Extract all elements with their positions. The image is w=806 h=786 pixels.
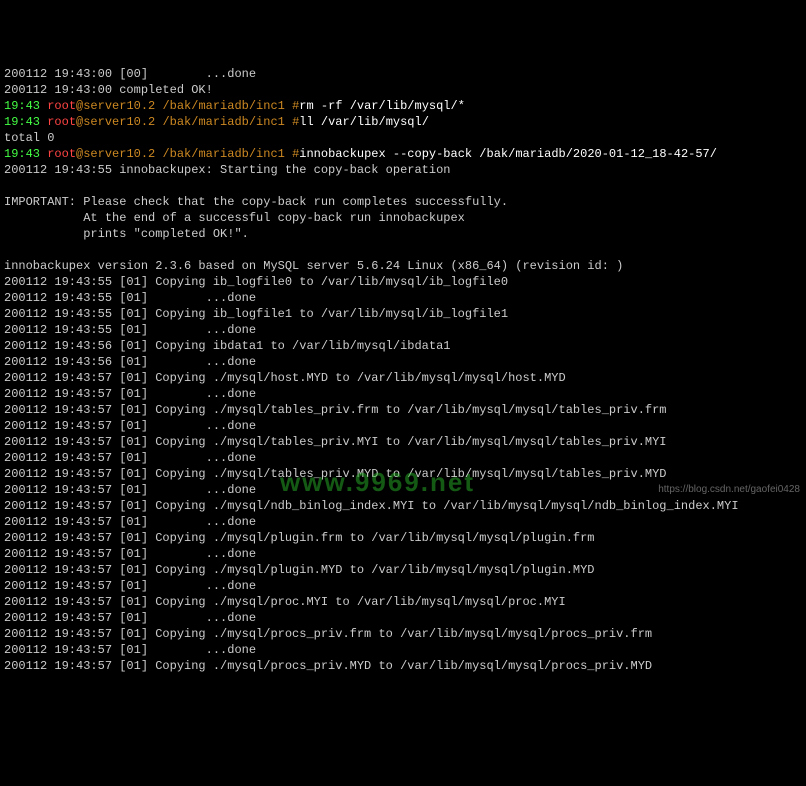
terminal-segment: @server10.2 /bak/mariadb/inc1 # bbox=[76, 99, 299, 113]
terminal-line: 200112 19:43:57 [01] Copying ./mysql/plu… bbox=[4, 562, 802, 578]
terminal-segment: 200112 19:43:56 [01] Copying ibdata1 to … bbox=[4, 339, 450, 353]
terminal-segment: 200112 19:43:57 [01] Copying ./mysql/pro… bbox=[4, 659, 652, 673]
terminal-line: 200112 19:43:55 [01] Copying ib_logfile0… bbox=[4, 274, 802, 290]
terminal-segment: innobackupex --copy-back /bak/mariadb/20… bbox=[299, 147, 717, 161]
terminal-line: 200112 19:43:57 [01] Copying ./mysql/plu… bbox=[4, 530, 802, 546]
terminal-segment: 200112 19:43:57 [01] Copying ./mysql/pro… bbox=[4, 595, 566, 609]
terminal-segment: 200112 19:43:55 [01] ...done bbox=[4, 291, 256, 305]
terminal-line: 200112 19:43:55 [01] ...done bbox=[4, 290, 802, 306]
terminal-segment: innobackupex version 2.3.6 based on MySQ… bbox=[4, 259, 623, 273]
terminal-segment: root bbox=[47, 147, 76, 161]
terminal-segment: 200112 19:43:55 [01] Copying ib_logfile0… bbox=[4, 275, 508, 289]
terminal-segment: 200112 19:43:55 innobackupex: Starting t… bbox=[4, 163, 450, 177]
terminal-segment: 200112 19:43:57 [01] Copying ./mysql/plu… bbox=[4, 563, 595, 577]
terminal-segment: 200112 19:43:55 [01] Copying ib_logfile1… bbox=[4, 307, 508, 321]
terminal-segment: 200112 19:43:57 [01] Copying ./mysql/plu… bbox=[4, 531, 595, 545]
terminal-line: 19:43 root@server10.2 /bak/mariadb/inc1 … bbox=[4, 146, 802, 162]
terminal-line: 200112 19:43:00 [00] ...done bbox=[4, 66, 802, 82]
terminal-segment: 200112 19:43:57 [01] ...done bbox=[4, 419, 256, 433]
terminal-line: 200112 19:43:57 [01] Copying ./mysql/ndb… bbox=[4, 498, 802, 514]
terminal-line: 200112 19:43:56 [01] Copying ibdata1 to … bbox=[4, 338, 802, 354]
terminal-segment: 19:43 bbox=[4, 99, 40, 113]
terminal-segment: 200112 19:43:57 [01] Copying ./mysql/tab… bbox=[4, 435, 667, 449]
terminal-segment: 200112 19:43:57 [01] ...done bbox=[4, 483, 256, 497]
terminal-segment: 200112 19:43:00 completed OK! bbox=[4, 83, 213, 97]
terminal-line: 200112 19:43:57 [01] Copying ./mysql/pro… bbox=[4, 626, 802, 642]
terminal-segment: @server10.2 /bak/mariadb/inc1 # bbox=[76, 115, 299, 129]
terminal-line: 200112 19:43:57 [01] Copying ./mysql/tab… bbox=[4, 434, 802, 450]
terminal-segment: rm -rf /var/lib/mysql/* bbox=[299, 99, 465, 113]
terminal-segment: 200112 19:43:57 [01] ...done bbox=[4, 547, 256, 561]
terminal-segment: 200112 19:43:55 [01] ...done bbox=[4, 323, 256, 337]
terminal-segment: 200112 19:43:57 [01] Copying ./mysql/tab… bbox=[4, 403, 667, 417]
terminal-line: 200112 19:43:57 [01] ...done bbox=[4, 386, 802, 402]
terminal-segment: root bbox=[47, 99, 76, 113]
terminal-segment: 200112 19:43:57 [01] ...done bbox=[4, 387, 256, 401]
terminal-segment: ll /var/lib/mysql/ bbox=[299, 115, 429, 129]
terminal-line: 19:43 root@server10.2 /bak/mariadb/inc1 … bbox=[4, 98, 802, 114]
terminal-segment: total 0 bbox=[4, 131, 54, 145]
terminal-line: IMPORTANT: Please check that the copy-ba… bbox=[4, 194, 802, 210]
terminal-output: 200112 19:43:00 [00] ...done 200112 19:43… bbox=[4, 66, 802, 674]
terminal-line: 200112 19:43:57 [01] ...done bbox=[4, 482, 802, 498]
terminal-line: 200112 19:43:55 innobackupex: Starting t… bbox=[4, 162, 802, 178]
terminal-line: 200112 19:43:57 [01] ...done bbox=[4, 546, 802, 562]
terminal-line: 200112 19:43:57 [01] ...done bbox=[4, 514, 802, 530]
terminal-line: 200112 19:43:57 [01] Copying ./mysql/tab… bbox=[4, 466, 802, 482]
terminal-line: 200112 19:43:55 [01] ...done bbox=[4, 322, 802, 338]
terminal-segment: At the end of a successful copy-back run… bbox=[4, 211, 465, 225]
terminal-segment: 200112 19:43:57 [01] ...done bbox=[4, 643, 256, 657]
terminal-line: total 0 bbox=[4, 130, 802, 146]
terminal-line: 200112 19:43:00 completed OK! bbox=[4, 82, 802, 98]
terminal-segment: @server10.2 /bak/mariadb/inc1 # bbox=[76, 147, 299, 161]
terminal-segment: 200112 19:43:00 [00] ...done bbox=[4, 67, 256, 81]
terminal-line: 200112 19:43:57 [01] Copying ./mysql/tab… bbox=[4, 402, 802, 418]
terminal-line: innobackupex version 2.3.6 based on MySQ… bbox=[4, 258, 802, 274]
terminal-segment: 200112 19:43:57 [01] Copying ./mysql/tab… bbox=[4, 467, 667, 481]
terminal-line: 200112 19:43:56 [01] ...done bbox=[4, 354, 802, 370]
terminal-line: At the end of a successful copy-back run… bbox=[4, 210, 802, 226]
terminal-segment: prints "completed OK!". bbox=[4, 227, 249, 241]
terminal-line: 200112 19:43:55 [01] Copying ib_logfile1… bbox=[4, 306, 802, 322]
terminal-segment: 19:43 bbox=[4, 147, 40, 161]
terminal-segment: 200112 19:43:57 [01] ...done bbox=[4, 451, 256, 465]
terminal-segment: 200112 19:43:57 [01] ...done bbox=[4, 515, 256, 529]
terminal-line: 200112 19:43:57 [01] ...done bbox=[4, 578, 802, 594]
terminal-segment: 19:43 bbox=[4, 115, 40, 129]
terminal-segment: 200112 19:43:57 [01] Copying ./mysql/pro… bbox=[4, 627, 652, 641]
terminal-segment: 200112 19:43:57 [01] Copying ./mysql/ndb… bbox=[4, 499, 739, 513]
terminal-line: 200112 19:43:57 [01] ...done bbox=[4, 450, 802, 466]
terminal-segment: root bbox=[47, 115, 76, 129]
terminal-segment: IMPORTANT: Please check that the copy-ba… bbox=[4, 195, 508, 209]
terminal-line: prints "completed OK!". bbox=[4, 226, 802, 242]
terminal-line: 200112 19:43:57 [01] Copying ./mysql/pro… bbox=[4, 594, 802, 610]
terminal-segment: 200112 19:43:57 [01] ...done bbox=[4, 579, 256, 593]
terminal-line: 200112 19:43:57 [01] Copying ./mysql/hos… bbox=[4, 370, 802, 386]
terminal-segment: 200112 19:43:57 [01] Copying ./mysql/hos… bbox=[4, 371, 566, 385]
terminal-line: 200112 19:43:57 [01] ...done bbox=[4, 418, 802, 434]
terminal-line: 200112 19:43:57 [01] ...done bbox=[4, 610, 802, 626]
terminal-line bbox=[4, 242, 802, 258]
terminal-line: 19:43 root@server10.2 /bak/mariadb/inc1 … bbox=[4, 114, 802, 130]
terminal-line bbox=[4, 178, 802, 194]
terminal-segment: 200112 19:43:56 [01] ...done bbox=[4, 355, 256, 369]
terminal-line: 200112 19:43:57 [01] Copying ./mysql/pro… bbox=[4, 658, 802, 674]
terminal-segment: 200112 19:43:57 [01] ...done bbox=[4, 611, 256, 625]
terminal-line: 200112 19:43:57 [01] ...done bbox=[4, 642, 802, 658]
